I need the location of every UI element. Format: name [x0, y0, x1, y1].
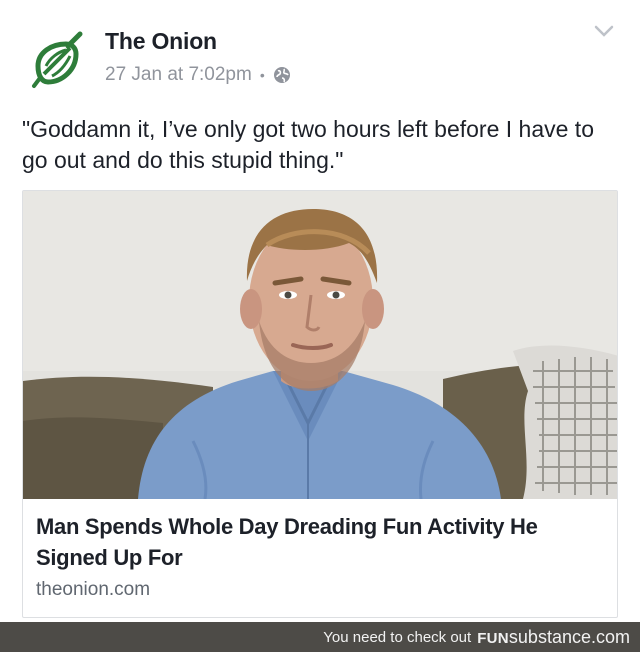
brand-fun: FUN	[477, 629, 509, 647]
brand-tld: .com	[590, 626, 630, 647]
post-caption: "Goddamn it, I’ve only got two hours lef…	[22, 116, 594, 173]
facebook-post: The Onion 27 Jan at 7:02pm • "Goddamn it…	[0, 0, 640, 622]
onion-logo-avatar[interactable]	[22, 26, 90, 94]
post-meta: 27 Jan at 7:02pm •	[105, 64, 291, 86]
globe-icon	[273, 67, 290, 83]
funsubstance-brand[interactable]: FUNsubstance.com	[477, 627, 630, 648]
chevron-down-icon[interactable]	[594, 24, 614, 38]
meta-separator: •	[259, 67, 265, 83]
article-photo[interactable]	[23, 191, 618, 499]
post-timestamp[interactable]: 27 Jan at 7:02pm	[105, 64, 252, 86]
link-preview-card[interactable]: Man Spends Whole Day Dreading Fun Activi…	[22, 190, 618, 618]
article-domain: theonion.com	[36, 579, 151, 600]
watermark-text: You need to check out	[323, 628, 472, 646]
article-headline[interactable]: Man Spends Whole Day Dreading Fun Activi…	[36, 511, 606, 573]
watermark-bar: You need to check out FUNsubstance.com	[0, 622, 640, 652]
brand-substance: substance	[508, 626, 591, 647]
page-name-link[interactable]: The Onion	[105, 28, 217, 55]
